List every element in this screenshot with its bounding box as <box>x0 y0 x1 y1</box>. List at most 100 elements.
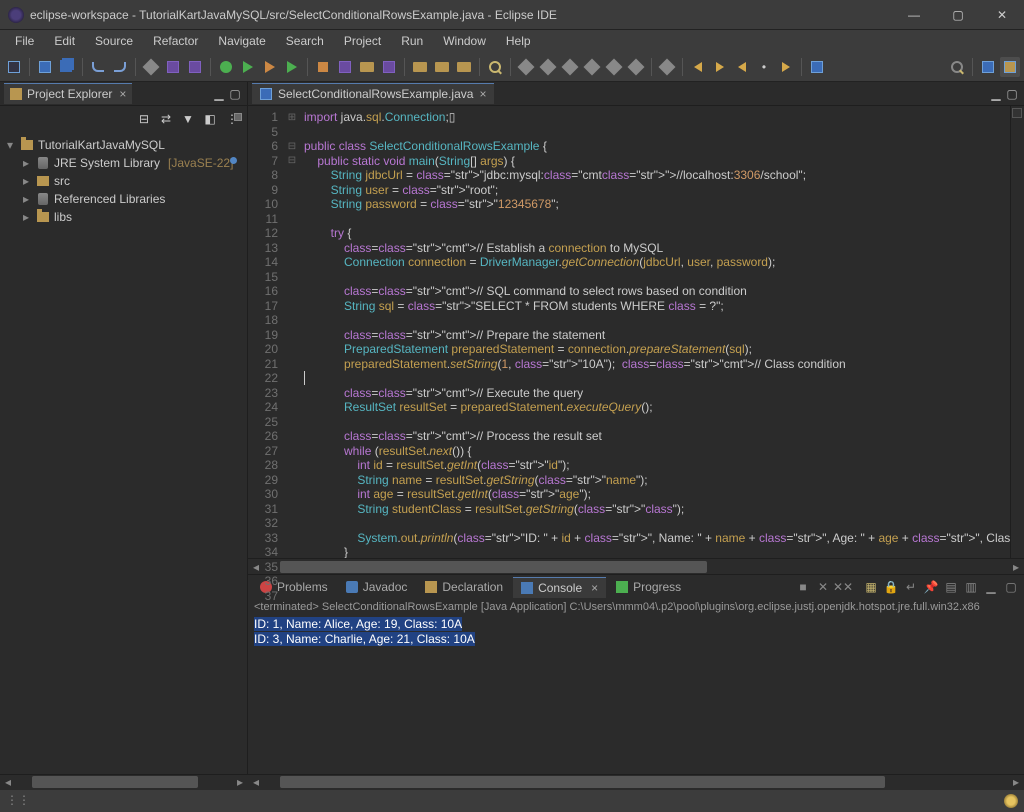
new-java-button[interactable] <box>335 57 355 77</box>
build-all-button[interactable] <box>185 57 205 77</box>
tree-label: Referenced Libraries <box>54 192 165 206</box>
tab-progress[interactable]: Progress <box>608 577 689 597</box>
menu-refactor[interactable]: Refactor <box>144 32 207 50</box>
open-type-button[interactable] <box>410 57 430 77</box>
pe-hscroll-thumb[interactable] <box>32 776 198 788</box>
menu-file[interactable]: File <box>6 32 43 50</box>
scroll-lock-button[interactable]: 🔒 <box>882 578 900 596</box>
folder-icon <box>37 212 49 222</box>
open-resource-button[interactable] <box>454 57 474 77</box>
close-icon[interactable]: × <box>119 87 126 101</box>
minimize-view-button[interactable]: ▁ <box>211 86 227 102</box>
tree-item-jre[interactable]: ▸ JRE System Library [JavaSE-22] <box>0 154 247 172</box>
filter-button[interactable]: ▼ <box>179 110 197 128</box>
build-button[interactable] <box>163 57 183 77</box>
open-perspective-button[interactable] <box>978 57 998 77</box>
tree-label: JRE System Library <box>54 156 160 170</box>
tab-javadoc[interactable]: Javadoc <box>338 577 416 597</box>
back-button[interactable] <box>688 57 708 77</box>
collapse-all-button[interactable]: ⊟ <box>135 110 153 128</box>
word-wrap-button[interactable]: ↵ <box>902 578 920 596</box>
code-editor[interactable]: 1 5 6 7 891011 12131415 16171819 2021222… <box>248 106 1024 558</box>
chevron-right-icon: ▸ <box>20 174 32 188</box>
tree-project-root[interactable]: ▾ TutorialKartJavaMySQL <box>0 136 247 154</box>
toggle-mark-button[interactable] <box>538 57 558 77</box>
overview-ruler[interactable] <box>1010 106 1024 558</box>
annotation-nav-button[interactable] <box>516 57 536 77</box>
editor-tab[interactable]: SelectConditionalRowsExample.java × <box>252 83 494 104</box>
pin-console-button[interactable]: 📌 <box>922 578 940 596</box>
tab-declaration[interactable]: Declaration <box>417 577 511 597</box>
console-output[interactable]: ID: 1, Name: Alice, Age: 19, Class: 10A … <box>248 615 1024 774</box>
status-grip-icon: ⋮⋮ <box>6 793 22 809</box>
toggle-word-wrap-button[interactable] <box>604 57 624 77</box>
maximize-bottom-button[interactable]: ▢ <box>1002 578 1020 596</box>
toggle-breadcrumb-button[interactable] <box>626 57 646 77</box>
focus-button[interactable]: ◧ <box>201 110 219 128</box>
pin-button[interactable] <box>657 57 677 77</box>
terminate-button[interactable]: ■ <box>794 578 812 596</box>
editor-hscroll[interactable]: ◂ ▸ <box>248 558 1024 574</box>
undo-button[interactable] <box>88 57 108 77</box>
search-button[interactable] <box>485 57 505 77</box>
new-button[interactable] <box>4 57 24 77</box>
code-body[interactable]: import java.sql.Connection;▯public class… <box>300 106 1010 558</box>
remove-launch-button[interactable]: ✕ <box>814 578 832 596</box>
display-console-button[interactable]: ▤ <box>942 578 960 596</box>
minimize-editor-button[interactable]: ▁ <box>988 86 1004 102</box>
project-explorer-icon <box>10 88 22 100</box>
maximize-view-button[interactable]: ▢ <box>227 86 243 102</box>
quick-access-button[interactable] <box>947 57 967 77</box>
save-all-button[interactable] <box>57 57 77 77</box>
debug-button[interactable] <box>216 57 236 77</box>
java-perspective-button[interactable] <box>1000 57 1020 77</box>
remove-all-button[interactable]: ✕✕ <box>834 578 852 596</box>
tree-item-libs[interactable]: ▸ libs <box>0 208 247 226</box>
menu-edit[interactable]: Edit <box>45 32 84 50</box>
tree-item-referenced-libraries[interactable]: ▸ Referenced Libraries <box>0 190 247 208</box>
open-task-button[interactable] <box>432 57 452 77</box>
minimize-bottom-button[interactable]: ▁ <box>982 578 1000 596</box>
forward-button[interactable] <box>710 57 730 77</box>
save-button[interactable] <box>35 57 55 77</box>
maximize-button[interactable]: ▢ <box>936 0 980 30</box>
toggle-button[interactable] <box>141 57 161 77</box>
console-hscroll-thumb[interactable] <box>280 776 885 788</box>
toggle-block-button[interactable] <box>560 57 580 77</box>
coverage-button[interactable] <box>260 57 280 77</box>
pin-editor-button[interactable] <box>807 57 827 77</box>
maximize-editor-button[interactable]: ▢ <box>1004 86 1020 102</box>
project-icon <box>21 140 33 150</box>
menu-source[interactable]: Source <box>86 32 142 50</box>
menu-help[interactable]: Help <box>497 32 540 50</box>
menu-window[interactable]: Window <box>434 32 495 50</box>
nav-forward-button[interactable] <box>776 57 796 77</box>
new-class-button[interactable] <box>379 57 399 77</box>
fold-column[interactable]: ⊞⊟⊟ <box>284 106 300 558</box>
toolbar-separator <box>651 58 652 76</box>
redo-button[interactable] <box>110 57 130 77</box>
close-icon[interactable]: × <box>591 581 598 595</box>
show-whitespace-button[interactable] <box>582 57 602 77</box>
project-explorer-tab[interactable]: Project Explorer × <box>4 83 132 104</box>
minimize-button[interactable]: — <box>892 0 936 30</box>
menu-project[interactable]: Project <box>335 32 390 50</box>
nav-back-button[interactable] <box>732 57 752 77</box>
close-button[interactable]: ✕ <box>980 0 1024 30</box>
last-edit-button[interactable]: • <box>754 57 774 77</box>
tab-console[interactable]: Console× <box>513 577 606 598</box>
clear-console-button[interactable]: ▦ <box>862 578 880 596</box>
menu-search[interactable]: Search <box>277 32 333 50</box>
menu-run[interactable]: Run <box>392 32 432 50</box>
menu-bar: File Edit Source Refactor Navigate Searc… <box>0 30 1024 52</box>
open-console-button[interactable]: ▥ <box>962 578 980 596</box>
run-button[interactable] <box>238 57 258 77</box>
close-icon[interactable]: × <box>479 87 486 101</box>
tree-item-src[interactable]: ▸ src <box>0 172 247 190</box>
tip-of-day-icon[interactable] <box>1004 794 1018 808</box>
menu-navigate[interactable]: Navigate <box>209 32 274 50</box>
run-last-button[interactable] <box>282 57 302 77</box>
ext-tools-button[interactable] <box>313 57 333 77</box>
link-editor-button[interactable]: ⇄ <box>157 110 175 128</box>
new-package-button[interactable] <box>357 57 377 77</box>
